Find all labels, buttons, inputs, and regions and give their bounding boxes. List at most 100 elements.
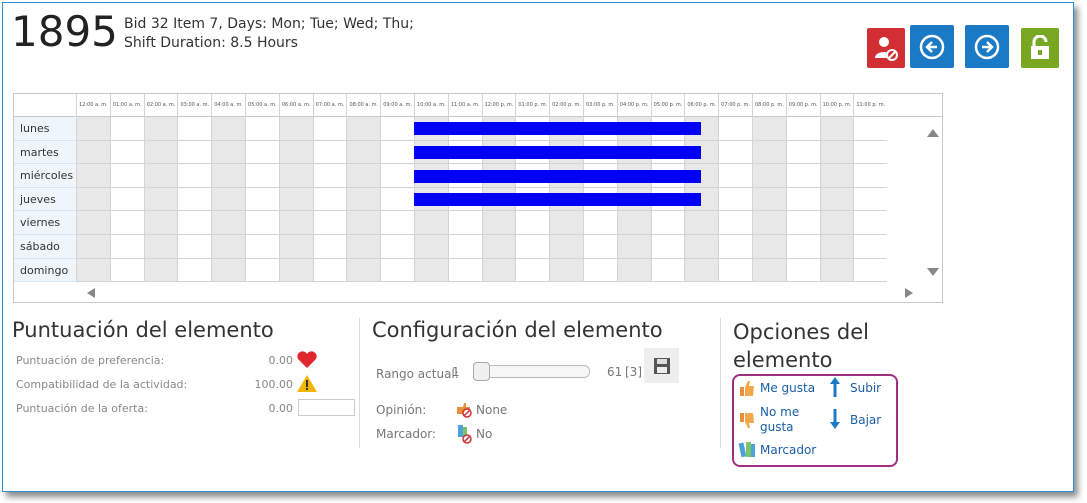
schedule-cell[interactable] xyxy=(143,235,178,259)
schedule-cell[interactable] xyxy=(346,211,381,235)
schedule-cell[interactable] xyxy=(718,235,752,259)
schedule-cell[interactable] xyxy=(346,117,381,141)
schedule-cell[interactable] xyxy=(752,235,786,259)
schedule-cell[interactable] xyxy=(650,258,685,283)
schedule-cell[interactable] xyxy=(853,187,888,212)
schedule-cell[interactable] xyxy=(346,140,381,165)
schedule-cell[interactable] xyxy=(245,164,279,188)
schedule-cell[interactable] xyxy=(211,140,245,165)
schedule-cell[interactable] xyxy=(718,258,752,283)
schedule-cell[interactable] xyxy=(515,211,550,235)
schedule-cell[interactable] xyxy=(447,211,482,235)
schedule-cell[interactable] xyxy=(515,258,550,283)
next-item-button[interactable] xyxy=(965,25,1009,68)
schedule-cell[interactable] xyxy=(718,140,752,165)
schedule-cell[interactable] xyxy=(245,187,279,212)
schedule-cell[interactable] xyxy=(76,187,110,212)
schedule-cell[interactable] xyxy=(785,235,820,259)
schedule-cell[interactable] xyxy=(76,235,110,259)
schedule-cell[interactable] xyxy=(278,258,313,283)
schedule-cell[interactable] xyxy=(549,258,583,283)
schedule-cell[interactable] xyxy=(752,187,786,212)
schedule-cell[interactable] xyxy=(278,235,313,259)
schedule-cell[interactable] xyxy=(752,258,786,283)
schedule-cell[interactable] xyxy=(785,140,820,165)
bid-score-input[interactable] xyxy=(298,399,355,416)
schedule-cell[interactable] xyxy=(211,235,245,259)
schedule-cell[interactable] xyxy=(718,211,752,235)
schedule-cell[interactable] xyxy=(312,258,347,283)
schedule-cell[interactable] xyxy=(211,258,245,283)
shift-bar[interactable] xyxy=(414,145,702,159)
schedule-cell[interactable] xyxy=(380,164,414,188)
schedule-cell[interactable] xyxy=(414,258,448,283)
schedule-cell[interactable] xyxy=(278,211,313,235)
schedule-cell[interactable] xyxy=(447,258,482,283)
schedule-cell[interactable] xyxy=(549,211,583,235)
schedule-cell[interactable] xyxy=(481,258,516,283)
schedule-cell[interactable] xyxy=(549,235,583,259)
schedule-cell[interactable] xyxy=(245,211,279,235)
schedule-cell[interactable] xyxy=(76,164,110,188)
unlock-button[interactable] xyxy=(1021,28,1059,68)
schedule-cell[interactable] xyxy=(785,211,820,235)
schedule-cell[interactable] xyxy=(853,211,888,235)
schedule-cell[interactable] xyxy=(752,164,786,188)
schedule-cell[interactable] xyxy=(143,117,178,141)
range-slider-handle[interactable] xyxy=(473,362,490,381)
schedule-cell[interactable] xyxy=(109,140,144,165)
schedule-cell[interactable] xyxy=(752,117,786,141)
schedule-cell[interactable] xyxy=(312,164,347,188)
scroll-up-arrow[interactable] xyxy=(927,129,939,137)
schedule-cell[interactable] xyxy=(819,117,854,141)
schedule-cell[interactable] xyxy=(853,117,888,141)
schedule-cell[interactable] xyxy=(177,164,212,188)
schedule-cell[interactable] xyxy=(718,117,752,141)
schedule-cell[interactable] xyxy=(278,187,313,212)
schedule-cell[interactable] xyxy=(819,258,854,283)
schedule-cell[interactable] xyxy=(177,258,212,283)
schedule-cell[interactable] xyxy=(650,235,685,259)
schedule-cell[interactable] xyxy=(616,258,651,283)
schedule-cell[interactable] xyxy=(245,117,279,141)
schedule-cell[interactable] xyxy=(177,211,212,235)
schedule-cell[interactable] xyxy=(278,140,313,165)
schedule-cell[interactable] xyxy=(447,235,482,259)
schedule-cell[interactable] xyxy=(346,235,381,259)
schedule-cell[interactable] xyxy=(583,258,617,283)
schedule-cell[interactable] xyxy=(245,235,279,259)
schedule-cell[interactable] xyxy=(245,140,279,165)
schedule-cell[interactable] xyxy=(853,258,888,283)
schedule-cell[interactable] xyxy=(684,258,719,283)
schedule-cell[interactable] xyxy=(583,211,617,235)
schedule-cell[interactable] xyxy=(819,140,854,165)
schedule-cell[interactable] xyxy=(211,211,245,235)
schedule-cell[interactable] xyxy=(380,235,414,259)
schedule-cell[interactable] xyxy=(346,187,381,212)
schedule-cell[interactable] xyxy=(718,164,752,188)
schedule-cell[interactable] xyxy=(312,187,347,212)
schedule-cell[interactable] xyxy=(312,140,347,165)
schedule-cell[interactable] xyxy=(515,235,550,259)
schedule-cell[interactable] xyxy=(109,258,144,283)
schedule-cell[interactable] xyxy=(76,258,110,283)
schedule-cell[interactable] xyxy=(109,164,144,188)
schedule-cell[interactable] xyxy=(211,187,245,212)
schedule-cell[interactable] xyxy=(414,211,448,235)
schedule-cell[interactable] xyxy=(853,140,888,165)
schedule-cell[interactable] xyxy=(819,164,854,188)
schedule-cell[interactable] xyxy=(177,187,212,212)
schedule-cell[interactable] xyxy=(752,140,786,165)
shift-bar[interactable] xyxy=(414,122,702,136)
shift-bar[interactable] xyxy=(414,193,702,207)
schedule-cell[interactable] xyxy=(109,235,144,259)
schedule-cell[interactable] xyxy=(650,211,685,235)
schedule-cell[interactable] xyxy=(143,187,178,212)
like-link[interactable]: Me gusta xyxy=(760,381,815,396)
schedule-cell[interactable] xyxy=(76,211,110,235)
schedule-cell[interactable] xyxy=(684,235,719,259)
schedule-cell[interactable] xyxy=(853,164,888,188)
schedule-cell[interactable] xyxy=(481,235,516,259)
schedule-cell[interactable] xyxy=(819,187,854,212)
move-up-link[interactable]: Subir xyxy=(850,381,881,396)
